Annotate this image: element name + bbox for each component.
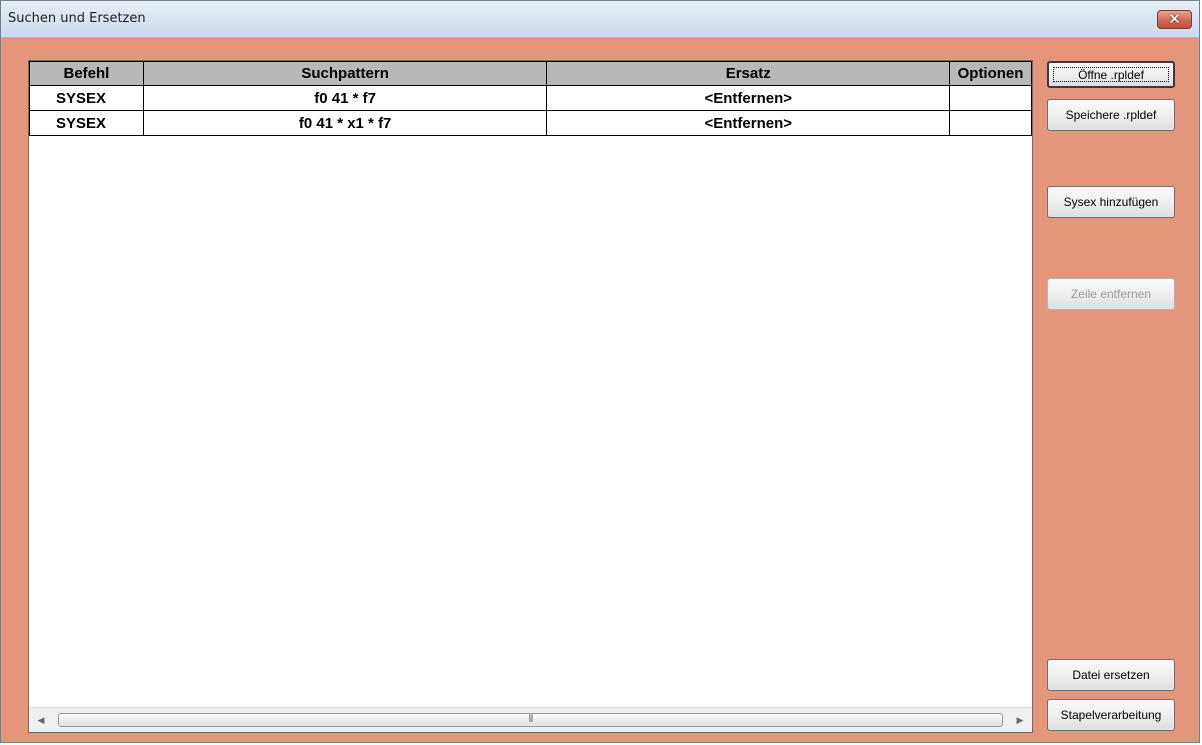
column-header-suchpattern[interactable]: Suchpattern <box>142 61 548 86</box>
open-rpldef-label: Öffne .rpldef <box>1078 67 1144 82</box>
cell-suchpattern[interactable]: f0 41 * x1 * f7 <box>142 110 548 136</box>
save-rpldef-button[interactable]: Speichere .rpldef <box>1047 99 1175 131</box>
scroll-left-icon[interactable]: ◀ <box>31 708 51 732</box>
batch-processing-label: Stapelverarbeitung <box>1060 708 1162 722</box>
table-header-row: Befehl Suchpattern Ersatz Optionen <box>29 61 1032 86</box>
column-header-optionen[interactable]: Optionen <box>949 61 1032 86</box>
cell-optionen[interactable] <box>949 110 1032 136</box>
remove-row-button[interactable]: Zeile entfernen <box>1047 278 1175 310</box>
rules-table: Befehl Suchpattern Ersatz Optionen SYSEX… <box>29 61 1032 136</box>
add-sysex-label: Sysex hinzufügen <box>1063 195 1159 209</box>
table-row[interactable]: SYSEX f0 41 * f7 <Entfernen> <box>29 85 1032 111</box>
replace-file-label: Datei ersetzen <box>1072 668 1150 682</box>
open-rpldef-button[interactable]: Öffne .rpldef <box>1047 61 1175 88</box>
close-icon: ✕ <box>1168 10 1181 28</box>
scroll-thumb[interactable]: ⦀ <box>58 713 1003 727</box>
column-header-befehl[interactable]: Befehl <box>29 61 144 86</box>
batch-processing-button[interactable]: Stapelverarbeitung <box>1047 699 1175 731</box>
cell-ersatz[interactable]: <Entfernen> <box>546 85 951 111</box>
cell-befehl[interactable]: SYSEX <box>29 85 144 111</box>
scroll-right-icon[interactable]: ▶ <box>1010 708 1030 732</box>
table-row[interactable]: SYSEX f0 41 * x1 * f7 <Entfernen> <box>29 110 1032 136</box>
dialog-window: Suchen und Ersetzen ✕ Befehl Suchpattern… <box>0 0 1200 743</box>
grip-icon: ⦀ <box>528 714 534 725</box>
title-bar[interactable]: Suchen und Ersetzen ✕ <box>1 1 1199 38</box>
horizontal-scrollbar[interactable]: ◀ ⦀ ▶ <box>29 707 1032 732</box>
add-sysex-button[interactable]: Sysex hinzufügen <box>1047 186 1175 218</box>
rules-grid[interactable]: Befehl Suchpattern Ersatz Optionen SYSEX… <box>28 60 1033 733</box>
cell-ersatz[interactable]: <Entfernen> <box>546 110 951 136</box>
column-header-ersatz[interactable]: Ersatz <box>546 61 951 86</box>
cell-suchpattern[interactable]: f0 41 * f7 <box>142 85 548 111</box>
window-title: Suchen und Ersetzen <box>8 11 146 26</box>
replace-file-button[interactable]: Datei ersetzen <box>1047 659 1175 691</box>
cell-optionen[interactable] <box>949 85 1032 111</box>
cell-befehl[interactable]: SYSEX <box>29 110 144 136</box>
save-rpldef-label: Speichere .rpldef <box>1065 108 1157 122</box>
remove-row-label: Zeile entfernen <box>1070 287 1152 301</box>
close-button[interactable]: ✕ <box>1157 10 1192 29</box>
